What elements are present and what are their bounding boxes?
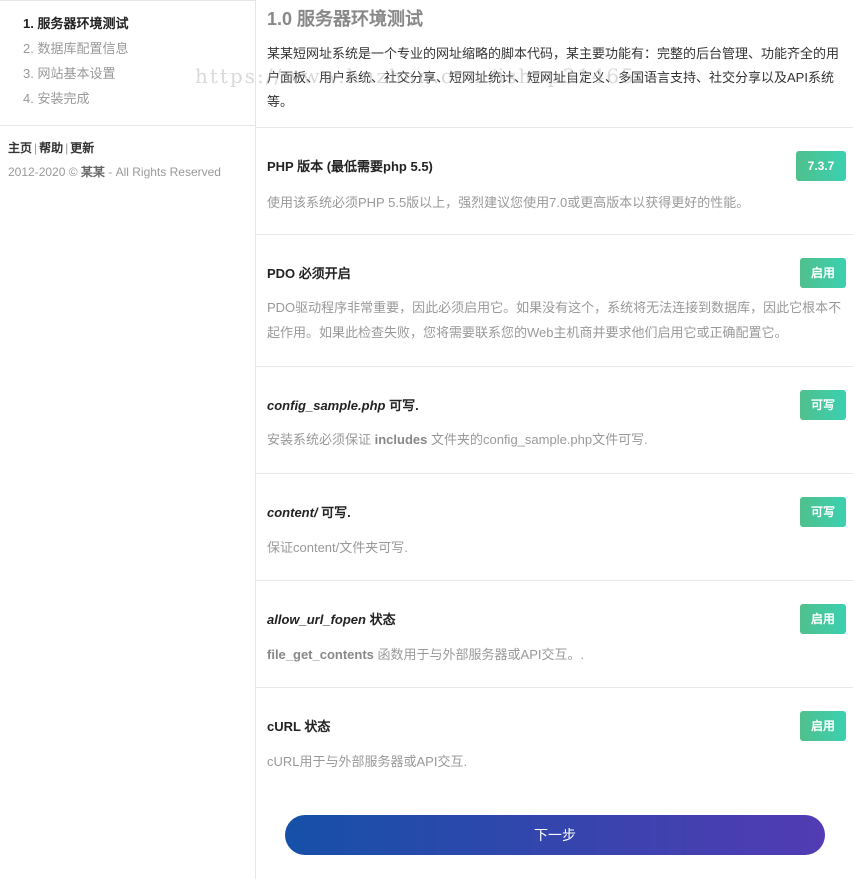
copyright-prefix: 2012-2020 © <box>8 165 81 179</box>
check-description: file_get_contents 函数用于与外部服务器或API交互。. <box>267 642 845 667</box>
check-description: 安装系统必须保证 includes 文件夹的config_sample.php文… <box>267 427 845 452</box>
help-link[interactable]: 帮助 <box>39 141 63 155</box>
check-desc-suffix: 函数用于与外部服务器或API交互。. <box>373 647 585 662</box>
footer-links: 主页 | 帮助 | 更新 <box>8 138 255 158</box>
intro-section: 1.0 服务器环境测试 某某短网址系统是一个专业的网址缩略的脚本代码，某主要功能… <box>256 0 853 128</box>
intro-text: 某某短网址系统是一个专业的网址缩略的脚本代码，某主要功能有：完整的后台管理、功能… <box>267 46 840 109</box>
check-title-suffix: 可写. <box>317 505 351 520</box>
status-badge: 启用 <box>800 604 846 634</box>
copyright: 2012-2020 © 某某 - All Rights Reserved <box>8 162 255 182</box>
check-title-text: cURL 状态 <box>267 719 331 734</box>
status-badge: 可写 <box>800 497 846 527</box>
check-title: allow_url_fopen 状态 <box>267 609 396 628</box>
check-description: 使用该系统必须PHP 5.5版以上，强烈建议您使用7.0或更高版本以获得更好的性… <box>267 190 845 215</box>
check-desc-text: cURL用于与外部服务器或API交互. <box>267 754 468 769</box>
check-title: content/ 可写. <box>267 502 351 521</box>
check-title-text: PHP 版本 (最低需要php 5.5) <box>267 159 433 174</box>
home-link[interactable]: 主页 <box>8 141 32 155</box>
check-title: config_sample.php 可写. <box>267 395 419 414</box>
check-title-italic: content/ <box>267 505 318 520</box>
check-title-suffix: 可写. <box>385 398 419 413</box>
check-config-writable: config_sample.php 可写. 可写 安装系统必须保证 includ… <box>256 367 853 474</box>
check-desc-bold: file_get_contents <box>267 647 374 662</box>
check-curl: cURL 状态 启用 cURL用于与外部服务器或API交互. <box>256 688 853 795</box>
copyright-suffix: - All Rights Reserved <box>104 165 221 179</box>
check-desc-text: 使用该系统必须PHP 5.5版以上，强烈建议您使用7.0或更高版本以获得更好的性… <box>267 195 750 210</box>
installer-app: 1. 服务器环境测试 2. 数据库配置信息 3. 网站基本设置 4. 安装完成 … <box>0 0 853 879</box>
next-step-button[interactable]: 下一步 <box>285 815 825 855</box>
main-content: 1.0 服务器环境测试 某某短网址系统是一个专业的网址缩略的脚本代码，某主要功能… <box>256 0 853 879</box>
page-title: 1.0 服务器环境测试 <box>267 9 424 29</box>
check-description: PDO驱动程序非常重要，因此必须启用它。如果没有这个，系统将无法连接到数据库，因… <box>267 295 845 345</box>
step-install-complete: 4. 安装完成 <box>23 91 90 106</box>
status-badge: 7.3.7 <box>796 151 846 181</box>
check-content-writable: content/ 可写. 可写 保证content/文件夹可写. <box>256 474 853 581</box>
check-title: PDO 必须开启 <box>267 263 351 282</box>
check-description: cURL用于与外部服务器或API交互. <box>267 749 845 774</box>
update-link[interactable]: 更新 <box>70 141 94 155</box>
step-site-settings: 3. 网站基本设置 <box>23 66 116 81</box>
sidebar-footer: 主页 | 帮助 | 更新 2012-2020 © 某某 - All Rights Res… <box>0 126 255 182</box>
status-badge: 可写 <box>800 390 846 420</box>
check-allow-url-fopen: allow_url_fopen 状态 启用 file_get_contents … <box>256 581 853 688</box>
check-title: PHP 版本 (最低需要php 5.5) <box>267 156 433 175</box>
sidebar: 1. 服务器环境测试 2. 数据库配置信息 3. 网站基本设置 4. 安装完成 … <box>0 0 256 879</box>
status-badge: 启用 <box>800 258 846 288</box>
step-database-config: 2. 数据库配置信息 <box>23 41 129 56</box>
check-title-text: PDO 必须开启 <box>267 266 351 281</box>
step-server-env: 1. 服务器环境测试 <box>23 16 129 31</box>
check-title-italic: allow_url_fopen <box>267 612 366 627</box>
check-pdo: PDO 必须开启 启用 PDO驱动程序非常重要，因此必须启用它。如果没有这个，系… <box>256 235 853 367</box>
check-desc-text: PDO驱动程序非常重要，因此必须启用它。如果没有这个，系统将无法连接到数据库，因… <box>267 300 842 340</box>
check-desc-suffix: 文件夹的config_sample.php文件可写. <box>427 432 648 447</box>
check-description: 保证content/文件夹可写. <box>267 535 845 560</box>
status-badge: 启用 <box>800 711 846 741</box>
check-desc-text: 保证content/文件夹可写. <box>267 540 408 555</box>
check-desc-bold: includes <box>374 432 428 447</box>
check-title-suffix: 状态 <box>365 612 396 627</box>
check-php-version: PHP 版本 (最低需要php 5.5) 7.3.7 使用该系统必须PHP 5.… <box>256 128 853 235</box>
check-title-italic: config_sample.php <box>267 398 386 413</box>
check-title: cURL 状态 <box>267 716 330 735</box>
check-desc-text: 安装系统必须保证 <box>267 432 375 447</box>
copyright-brand: 某某 <box>80 165 105 179</box>
install-steps: 1. 服务器环境测试 2. 数据库配置信息 3. 网站基本设置 4. 安装完成 <box>0 1 255 126</box>
